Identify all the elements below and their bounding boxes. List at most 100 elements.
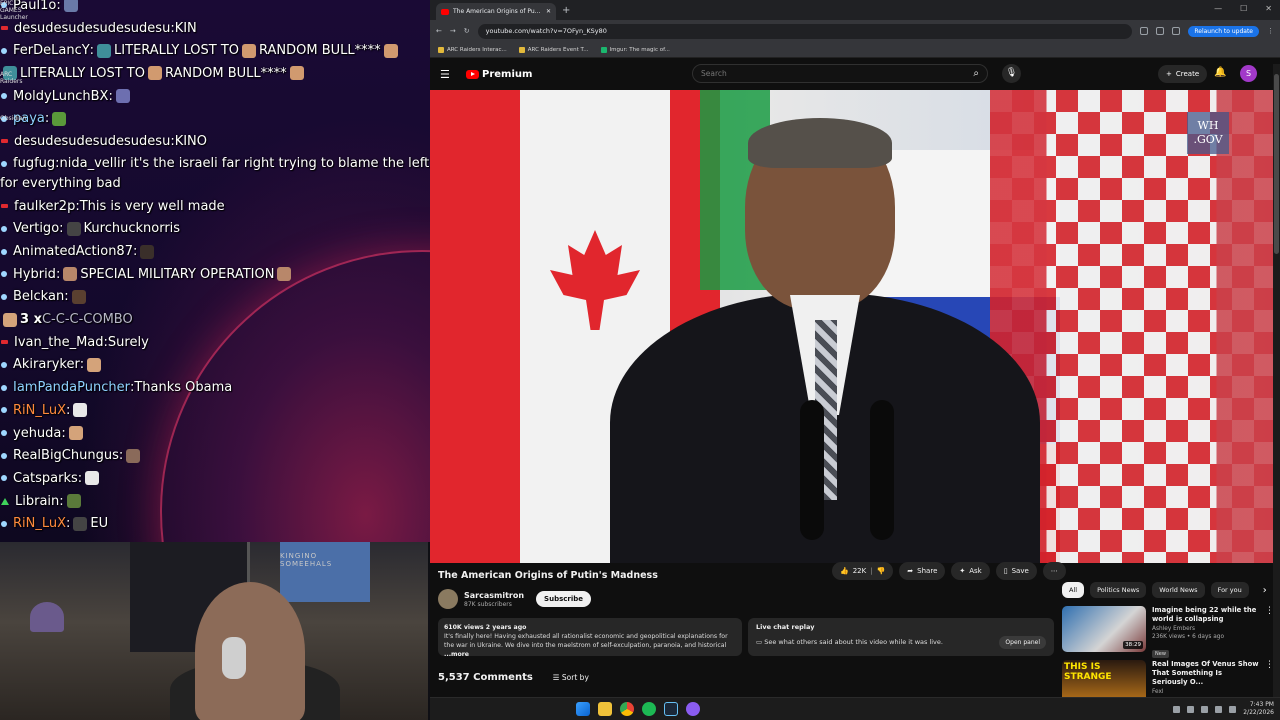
chat-username[interactable]: Akiraryker bbox=[13, 357, 80, 372]
chat-username[interactable]: Belckan bbox=[13, 289, 64, 304]
extension-icon[interactable] bbox=[1140, 27, 1149, 35]
relaunch-button[interactable]: Relaunch to update bbox=[1188, 25, 1259, 37]
recommended-video[interactable]: 38:29 Imagine being 22 while the world i… bbox=[1062, 606, 1274, 658]
notifications-bell-icon[interactable]: 🔔 bbox=[1214, 67, 1226, 78]
create-label: Create bbox=[1175, 70, 1200, 78]
reload-icon[interactable]: ↻ bbox=[464, 27, 470, 35]
chat-username[interactable]: RealBigChungus bbox=[13, 448, 119, 463]
channel-avatar[interactable] bbox=[438, 589, 458, 609]
open-panel-button[interactable]: Open panel bbox=[999, 636, 1046, 649]
chat-username[interactable]: RiN_LuX bbox=[13, 516, 66, 531]
whitehouse-watermark: WH .GOV bbox=[1187, 112, 1229, 154]
puzzle-icon[interactable] bbox=[1156, 27, 1165, 35]
bookmarks-bar: ARC Raiders Interac... ARC Raiders Event… bbox=[430, 42, 1280, 58]
desktop-icon-arc[interactable]: ARC Raiders bbox=[0, 71, 34, 85]
forward-icon[interactable]: → bbox=[450, 27, 456, 35]
search-input[interactable] bbox=[701, 69, 941, 78]
chat-colon: : bbox=[118, 448, 124, 464]
like-button[interactable]: 👍 22K | 👎 bbox=[832, 562, 894, 580]
save-button[interactable]: ▯ Save bbox=[995, 562, 1037, 580]
chat-username[interactable]: Catsparks bbox=[13, 471, 78, 486]
menu-kebab-icon[interactable]: ⋮ bbox=[1267, 27, 1274, 35]
tray-icon[interactable] bbox=[1201, 705, 1209, 713]
chip-world-news[interactable]: World News bbox=[1152, 582, 1205, 598]
youtube-header: ☰ Premium ⌕ 🎙 +Create 🔔 S bbox=[430, 58, 1280, 90]
spotify-icon[interactable] bbox=[642, 702, 656, 716]
video-player[interactable]: WH .GOV bbox=[430, 90, 1273, 563]
chat-emote-icon bbox=[383, 43, 398, 58]
search-box: ⌕ bbox=[692, 64, 988, 83]
tray-icon[interactable] bbox=[1187, 705, 1195, 713]
chat-username[interactable]: Ivan_the_Mad bbox=[14, 335, 104, 350]
sort-by-button[interactable]: ☰ Sort by bbox=[553, 673, 589, 682]
url-text: youtube.com/watch?v=7OFyn_KSy80 bbox=[485, 27, 607, 35]
hamburger-menu-icon[interactable]: ☰ bbox=[440, 68, 458, 81]
show-more-link[interactable]: ...more bbox=[444, 651, 469, 658]
account-avatar[interactable]: S bbox=[1240, 65, 1257, 82]
youtube-logo[interactable]: Premium bbox=[466, 69, 532, 80]
new-tab-button[interactable]: + bbox=[562, 5, 570, 16]
more-actions-button[interactable]: ⋯ bbox=[1042, 562, 1066, 580]
start-windows-icon[interactable] bbox=[576, 702, 590, 716]
channel-name[interactable]: Sarcasmitron bbox=[464, 591, 524, 601]
search-icon[interactable]: ⌕ bbox=[973, 68, 979, 79]
back-icon[interactable]: ← bbox=[436, 27, 442, 35]
video-thumbnail[interactable]: 38:29 bbox=[1062, 606, 1146, 652]
chat-username[interactable]: RiN_LuX bbox=[13, 403, 66, 418]
chat-emote-icon bbox=[87, 357, 102, 372]
chrome-icon[interactable] bbox=[620, 702, 634, 716]
clock[interactable]: 7:43 PM 2/22/2026 bbox=[1243, 701, 1274, 717]
share-button[interactable]: ➦ Share bbox=[899, 562, 946, 580]
tab-youtube[interactable]: The American Origins of Pu... ✕ bbox=[436, 3, 556, 20]
scrollbar-thumb[interactable] bbox=[1274, 74, 1279, 254]
chat-text: nida_vellir it's the israeli far right t… bbox=[0, 155, 430, 191]
chat-badge-icon bbox=[1, 475, 7, 482]
chat-text: LITERALLY LOST TO bbox=[20, 65, 145, 81]
chat-emote-icon bbox=[73, 516, 88, 531]
desktop-icon-obsidian[interactable]: Obsidian bbox=[0, 115, 34, 122]
close-window-icon[interactable]: ✕ bbox=[1265, 4, 1272, 13]
minimize-icon[interactable]: — bbox=[1214, 4, 1222, 13]
sparkle-icon: ✦ bbox=[959, 567, 966, 575]
chat-text: Thanks Obama bbox=[134, 380, 233, 396]
chat-username[interactable]: desudesudesudesudesu bbox=[14, 21, 170, 36]
voice-search-icon[interactable]: 🎙 bbox=[1002, 64, 1021, 83]
wifi-icon[interactable] bbox=[1215, 705, 1223, 713]
chat-badge-icon bbox=[1, 139, 8, 144]
chat-username[interactable]: faulker2p bbox=[14, 199, 75, 214]
chip-for-you[interactable]: For you bbox=[1210, 582, 1249, 598]
chip-politics-news[interactable]: Politics News bbox=[1090, 582, 1147, 598]
chat-colon: : bbox=[61, 425, 66, 441]
chip-all[interactable]: All bbox=[1062, 582, 1085, 598]
bookmark-item[interactable]: ARC Raiders Event T... bbox=[518, 46, 589, 53]
tab-close-icon[interactable]: ✕ bbox=[546, 8, 551, 15]
subscribe-button[interactable]: Subscribe bbox=[536, 591, 592, 607]
bookmark-item[interactable]: ARC Raiders Interac... bbox=[438, 46, 507, 53]
tray-icon[interactable] bbox=[1173, 705, 1181, 713]
volume-icon[interactable] bbox=[1229, 705, 1237, 713]
chat-username[interactable]: AnimatedAction87 bbox=[13, 244, 133, 259]
chat-username[interactable]: Hybrid bbox=[13, 267, 56, 282]
desktop-icon-epic[interactable]: EPIC GAMES Launcher bbox=[0, 0, 34, 21]
chevron-right-icon[interactable]: › bbox=[1263, 585, 1267, 596]
description-box[interactable]: 610K views 2 years ago It's finally here… bbox=[438, 618, 742, 658]
address-bar[interactable]: youtube.com/watch?v=7OFyn_KSy80 bbox=[477, 23, 1133, 39]
chat-username[interactable]: yehuda bbox=[13, 426, 61, 441]
profile-icon[interactable] bbox=[1172, 27, 1181, 35]
page-scrollbar[interactable] bbox=[1273, 64, 1280, 697]
chat-message: faulker2p: This is very well made bbox=[0, 195, 430, 218]
bookmark-item[interactable]: Imgur: The magic of... bbox=[600, 46, 670, 53]
ask-button[interactable]: ✦ Ask bbox=[951, 562, 990, 580]
steam-icon[interactable] bbox=[664, 702, 678, 716]
maximize-icon[interactable]: ☐ bbox=[1240, 4, 1247, 13]
file-explorer-icon[interactable] bbox=[598, 702, 612, 716]
obs-icon[interactable] bbox=[686, 702, 700, 716]
chat-badge-icon bbox=[1, 160, 7, 167]
chat-username[interactable]: Librain bbox=[15, 494, 59, 509]
chat-username[interactable]: desudesudesudesudesu bbox=[14, 134, 170, 149]
chat-username[interactable]: IamPandaPuncher bbox=[13, 380, 130, 395]
chat-username[interactable]: fugfug bbox=[13, 156, 55, 171]
create-button[interactable]: + Create bbox=[1158, 65, 1208, 83]
chat-username[interactable]: Vertigo bbox=[13, 221, 59, 236]
thumbs-down-icon[interactable]: 👎 bbox=[877, 567, 886, 575]
